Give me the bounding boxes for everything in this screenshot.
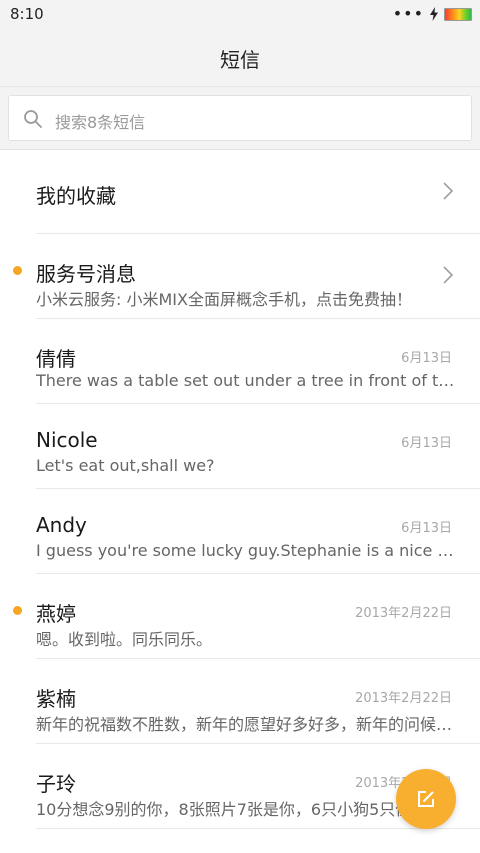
battery-icon <box>444 7 472 21</box>
message-date: 2013年2月22日 <box>355 606 452 621</box>
compose-icon <box>418 791 434 807</box>
message-date: 6月13日 <box>401 436 452 451</box>
conversation-row[interactable]: Nicole 6月13日 Let's eat out,shall we? <box>36 404 480 489</box>
service-preview: 小米云服务: 小米MIX全面屏概念手机，点击免费抽！ <box>36 290 412 309</box>
conversation-row[interactable]: 紫楠 2013年2月22日 新年的祝福数不胜数，新年的愿望好多好多，新年的问候不… <box>36 659 480 744</box>
message-preview: Let's eat out,shall we? <box>36 456 215 475</box>
page-title: 短信 <box>220 48 260 72</box>
conversation-row[interactable]: 燕婷 2013年2月22日 嗯。收到啦。同乐同乐。 <box>13 574 480 659</box>
service-messages-row[interactable]: 服务号消息 小米云服务: 小米MIX全面屏概念手机，点击免费抽！ <box>13 234 480 319</box>
conversation-list: 我的收藏 服务号消息 小米云服务: 小米MIX全面屏概念手机，点击免费抽！ 倩倩… <box>0 150 480 829</box>
contact-name: Andy <box>36 513 87 537</box>
service-title: 服务号消息 <box>36 262 136 286</box>
favorites-label: 我的收藏 <box>36 184 116 208</box>
message-preview: 新年的祝福数不胜数，新年的愿望好多好多，新年的问候不可缺少 <box>36 715 456 734</box>
conversation-row[interactable]: 倩倩 6月13日 There was a table set out under… <box>36 319 480 404</box>
unread-dot <box>13 266 22 275</box>
contact-name: 倩倩 <box>36 347 76 371</box>
contact-name: 紫楠 <box>36 687 76 711</box>
compose-button[interactable] <box>396 769 456 829</box>
message-preview: 嗯。收到啦。同乐同乐。 <box>36 630 213 649</box>
message-preview: 10分想念9别的你，8张照片7张是你，6只小狗5只像你 <box>36 800 428 819</box>
message-date: 6月13日 <box>401 351 452 366</box>
message-date: 2013年2月22日 <box>355 691 452 706</box>
search-area: 搜索8条短信 <box>0 87 480 150</box>
charging-icon <box>430 7 438 21</box>
contact-name: 燕婷 <box>36 602 76 626</box>
contact-name: 子玲 <box>36 772 76 796</box>
status-bar: 8:10 ••• <box>0 0 480 28</box>
search-input[interactable]: 搜索8条短信 <box>8 95 472 141</box>
chevron-right-icon <box>443 182 454 200</box>
conversation-row[interactable]: Andy 6月13日 I guess you're some lucky guy… <box>36 489 480 574</box>
message-date: 6月13日 <box>401 521 452 536</box>
message-preview: There was a table set out under a tree i… <box>36 371 456 390</box>
more-dots-icon: ••• <box>392 4 424 23</box>
status-icons: ••• <box>392 4 472 23</box>
search-placeholder: 搜索8条短信 <box>55 113 146 132</box>
search-icon <box>24 110 42 128</box>
favorites-row[interactable]: 我的收藏 <box>36 150 480 234</box>
status-time: 8:10 <box>10 5 44 23</box>
chevron-right-icon <box>443 266 454 284</box>
header: 短信 <box>0 28 480 87</box>
unread-dot <box>13 606 22 615</box>
message-preview: I guess you're some lucky guy.Stephanie … <box>36 541 456 560</box>
contact-name: Nicole <box>36 428 98 452</box>
